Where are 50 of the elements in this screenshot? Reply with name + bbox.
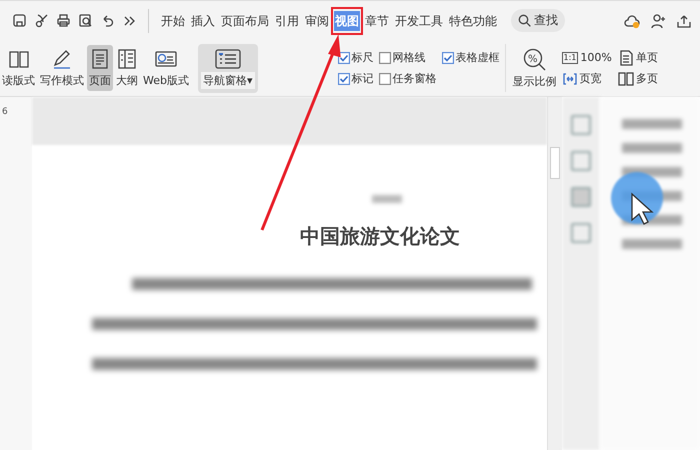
blurred-page-header (372, 195, 402, 203)
check-box-icon (378, 52, 391, 64)
checkbox[interactable]: 标记 (338, 71, 374, 86)
mouse-pointer-icon (630, 192, 656, 226)
check-box-icon (378, 72, 391, 84)
view-mode-button[interactable]: 页面 (87, 45, 113, 91)
scissors-icon[interactable] (34, 13, 49, 28)
printer-icon[interactable] (56, 13, 71, 28)
save-icon[interactable] (12, 13, 27, 28)
two-pages-icon (618, 70, 634, 86)
checkbox[interactable]: 网格线 (378, 50, 437, 65)
annotation-frame (331, 6, 363, 34)
zoom-option-button[interactable]: 单页 (618, 50, 658, 66)
zoom-option-button[interactable]: 页宽 (562, 70, 612, 86)
ribbon-tab[interactable]: 审阅 (304, 10, 330, 30)
list-icon (214, 48, 242, 70)
zoom-button[interactable]: % 显示比例 (510, 48, 559, 88)
ruler-number: 6 (2, 107, 8, 117)
scrollbar[interactable] (547, 97, 562, 450)
print-preview-icon[interactable] (78, 13, 93, 28)
ribbon-tab[interactable]: 章节 (364, 10, 390, 30)
zoom-option-button[interactable]: 多页 (618, 70, 658, 86)
checkbox[interactable]: 表格虚框 (442, 50, 500, 65)
ratio-icon: 1:1 (562, 52, 578, 64)
ribbon-tab[interactable]: 页面布局 (220, 10, 270, 30)
ribbon-tab[interactable]: 开发工具 (394, 10, 444, 30)
view-mode-button[interactable]: 大纲 (114, 45, 140, 91)
search-button[interactable]: 查找 (511, 9, 565, 32)
cloud-icon[interactable] (624, 12, 640, 28)
view-mode-button[interactable]: Web版式 (141, 45, 191, 91)
zoom-option-button[interactable]: 1:1 100% (562, 50, 612, 66)
ribbon-tab[interactable]: 插入 (190, 10, 216, 30)
check-box-icon (442, 52, 454, 64)
search-icon (518, 14, 531, 27)
check-box-icon (338, 52, 350, 64)
navigation-pane-button[interactable]: 导航窗格▾ (198, 44, 258, 92)
share-icon[interactable] (676, 12, 692, 28)
checkbox[interactable]: 任务窗格 (378, 71, 437, 86)
page-icon (618, 50, 634, 66)
ribbon-tab[interactable]: 特色功能 (448, 10, 498, 30)
outline-icon (116, 48, 138, 70)
view-mode-button[interactable]: 写作模式 (38, 45, 86, 91)
document-title: 中国旅游文化论文 (300, 223, 461, 250)
ribbon-tab[interactable]: 引用 (274, 10, 300, 30)
ribbon-tab[interactable]: 开始 (160, 10, 186, 30)
add-user-icon[interactable] (650, 12, 666, 28)
check-box-icon (338, 72, 350, 84)
view-mode-button[interactable]: 读版式 (0, 45, 37, 91)
fit-width-icon (562, 70, 578, 86)
pencil-icon (51, 48, 73, 70)
